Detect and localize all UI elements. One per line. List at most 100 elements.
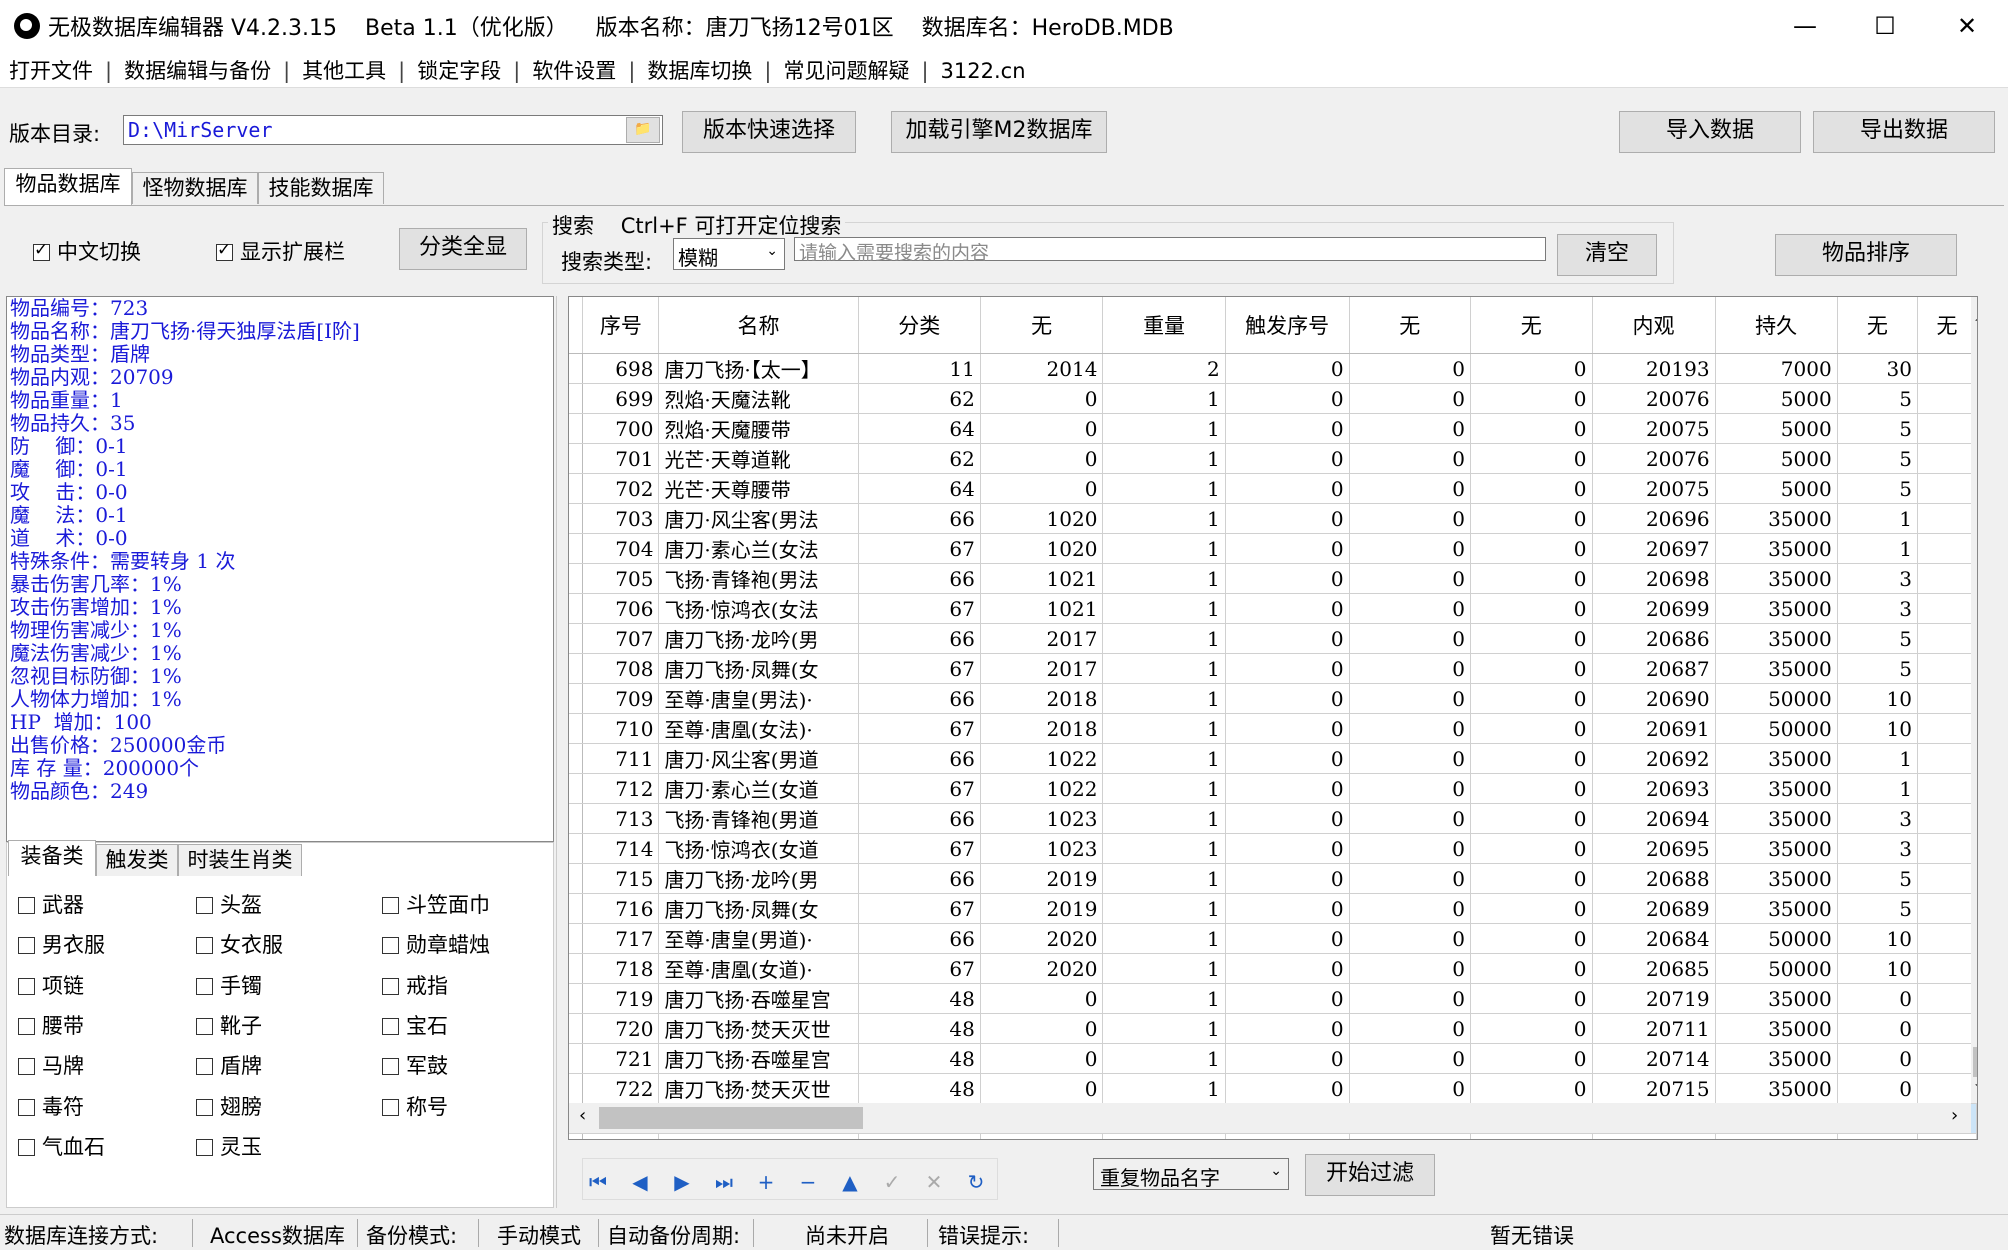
table-cell[interactable]: 20697 [1592,533,1716,564]
table-cell[interactable]: 至尊·唐皇(男法)· [658,683,859,714]
table-cell[interactable]: 1 [1102,833,1226,864]
table-cell[interactable]: 50000 [1715,953,1838,984]
table-cell[interactable]: 唐刀飞扬·龙吟(男 [658,623,859,654]
table-cell[interactable]: 1 [1102,773,1226,804]
table-cell[interactable]: 0 [1225,743,1350,774]
table-cell[interactable]: 10 [1837,683,1918,714]
table-cell[interactable]: 50000 [1715,683,1838,714]
table-cell[interactable]: 5 [1837,413,1918,444]
table-cell[interactable]: 0 [1470,383,1593,414]
table-cell[interactable]: 0 [1349,863,1472,894]
table-cell[interactable]: 0 [1349,983,1472,1014]
category-checkbox[interactable]: 武器 [18,889,84,919]
table-cell[interactable]: 66 [858,923,981,954]
splitter[interactable] [556,296,565,1208]
table-cell[interactable]: 0 [1349,623,1472,654]
minimize-button[interactable]: — [1775,8,1835,44]
table-cell[interactable]: 20689 [1592,893,1716,924]
table-cell[interactable]: 66 [858,803,981,834]
table-row[interactable]: 711 唐刀·风尘客(男道 66 1022 1 0 0 0 20692 35000 1 [569,743,1977,774]
category-checkbox[interactable]: 勋章蜡烛 [382,929,490,959]
category-checkbox[interactable]: 马牌 [18,1050,84,1080]
table-cell[interactable]: 0 [1470,893,1593,924]
table-cell[interactable]: 35000 [1715,893,1838,924]
table-cell[interactable]: 716 [582,893,660,924]
table-cell[interactable]: 0 [1349,353,1472,384]
table-cell[interactable]: 0 [1837,1013,1918,1044]
category-tab-trigger[interactable]: 触发类 [96,844,178,876]
table-row[interactable]: 710 至尊·唐凰(女法)· 67 2018 1 0 0 0 20691 50000 10 [569,713,1977,744]
menu-item-6[interactable]: 常见问题解疑 [783,59,909,83]
table-cell[interactable]: 唐刀飞扬·凤舞(女 [658,653,859,684]
table-cell[interactable]: 1 [1102,1133,1226,1139]
table-cell[interactable]: 至尊·唐凰(女法)· [658,713,859,744]
table-cell[interactable]: 0 [1349,413,1472,444]
category-checkbox[interactable]: 项链 [18,970,84,1000]
table-cell[interactable]: 50000 [1715,713,1838,744]
table-cell[interactable]: 1 [1102,983,1226,1014]
table-cell[interactable]: 713 [582,803,660,834]
search-type-select[interactable]: 模糊 ⌄ [673,238,785,270]
table-cell[interactable]: 烈焰·天魔腰带 [658,413,859,444]
table-cell[interactable]: 1021 [980,593,1104,624]
category-checkbox[interactable]: 毒符 [18,1091,84,1121]
table-row[interactable]: 699 烈焰·天魔法靴 62 0 1 0 0 0 20076 5000 5 [569,383,1977,414]
table-cell[interactable]: 712 [582,773,660,804]
tab-monsters[interactable]: 怪物数据库 [132,172,258,204]
table-cell[interactable]: 10 [1837,923,1918,954]
table-cell[interactable]: 20692 [1592,743,1716,774]
scroll-up-icon[interactable]: ︿ [1975,305,1977,325]
table-cell[interactable]: 1 [1837,503,1918,534]
table-cell[interactable]: 64 [858,413,981,444]
table-cell[interactable]: 717 [582,923,660,954]
table-cell[interactable]: 1 [1102,503,1226,534]
table-cell[interactable]: 1023 [980,803,1104,834]
table-cell[interactable]: 20711 [1592,1013,1716,1044]
table-row[interactable]: 724唐刀飞扬·上善若水480100020720350000 [569,1133,1977,1139]
table-row[interactable]: 717 至尊·唐皇(男道)· 66 2020 1 0 0 0 20684 50000 10 [569,923,1977,954]
table-cell[interactable]: 0 [1470,1043,1593,1074]
maximize-button[interactable]: ☐ [1855,8,1915,44]
table-row[interactable]: 722 唐刀飞扬·焚天灭世 48 0 1 0 0 0 20715 35000 0 [569,1073,1977,1104]
table-cell[interactable]: 1020 [980,503,1104,534]
table-cell[interactable]: 0 [1349,1043,1472,1074]
table-cell[interactable]: 704 [582,533,660,564]
table-cell[interactable]: 0 [1225,773,1350,804]
table-cell[interactable]: 1 [1102,683,1226,714]
table-cell[interactable]: 709 [582,683,660,714]
table-row[interactable]: 704 唐刀·素心兰(女法 67 1020 1 0 0 0 20697 35000 1 [569,533,1977,564]
table-cell[interactable]: 67 [858,713,981,744]
table-cell[interactable]: 0 [980,1043,1104,1074]
table-row[interactable]: 718 至尊·唐凰(女道)· 67 2020 1 0 0 0 20685 50000 10 [569,953,1977,984]
tab-items[interactable]: 物品数据库 [4,168,132,206]
table-cell[interactable]: 1 [1102,383,1226,414]
table-cell[interactable]: 724 [582,1133,660,1139]
table-cell[interactable]: 唐刀飞扬·焚天灭世 [658,1013,859,1044]
table-cell[interactable]: 5 [1837,473,1918,504]
table-cell[interactable]: 0 [1349,443,1472,474]
table-cell[interactable]: 50000 [1715,923,1838,954]
table-cell[interactable]: 0 [980,1133,1104,1139]
table-cell[interactable]: 0 [1470,503,1593,534]
folder-icon[interactable]: 📁 [626,117,660,143]
table-cell[interactable]: 唐刀·风尘客(男法 [658,503,859,534]
table-cell[interactable]: 0 [1349,1133,1472,1139]
table-row[interactable]: 719 唐刀飞扬·吞噬星宫 48 0 1 0 0 0 20719 35000 0 [569,983,1977,1014]
table-cell[interactable]: 光芒·天尊道靴 [658,443,859,474]
table-cell[interactable]: 35000 [1715,773,1838,804]
category-checkbox[interactable]: 军鼓 [382,1050,448,1080]
table-cell[interactable]: 2020 [980,953,1104,984]
table-cell[interactable]: 0 [1470,473,1593,504]
table-cell[interactable]: 1 [1102,593,1226,624]
table-cell[interactable]: 3 [1837,593,1918,624]
menu-item-3[interactable]: 锁定字段 [417,59,501,83]
table-cell[interactable]: 唐刀·风尘客(男道 [658,743,859,774]
table-cell[interactable]: 0 [1470,803,1593,834]
table-row[interactable]: 715 唐刀飞扬·龙吟(男 66 2019 1 0 0 0 20688 35000 5 [569,863,1977,894]
table-cell[interactable]: 48 [858,1043,981,1074]
column-header[interactable]: 内观 [1592,297,1716,354]
table-cell[interactable]: 0 [1349,803,1472,834]
table-cell[interactable]: 67 [858,953,981,984]
table-cell[interactable]: 0 [1470,653,1593,684]
column-header[interactable]: 无 [1349,297,1472,354]
